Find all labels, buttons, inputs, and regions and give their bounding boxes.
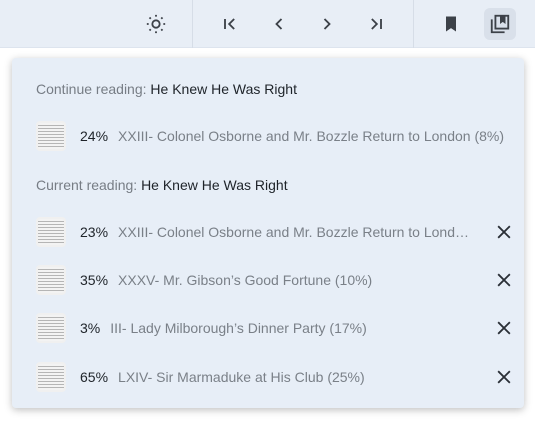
chapter-title: LXIV- Sir Marmaduke at His Club (25%)	[118, 369, 365, 385]
toolbar	[0, 0, 535, 48]
progress-percent: 3%	[80, 320, 101, 336]
close-icon[interactable]	[494, 222, 514, 242]
chevron-right-icon	[323, 18, 331, 30]
last-page-icon	[371, 18, 382, 30]
separator	[192, 0, 193, 48]
close-icon[interactable]	[494, 318, 514, 338]
page-thumbnail	[36, 121, 66, 151]
current-reading-heading: Current reading: He Knew He Was Right	[36, 177, 288, 193]
close-icon[interactable]	[494, 270, 514, 290]
bookmark-icon	[446, 16, 456, 32]
theme-button[interactable]	[140, 8, 172, 40]
bookmark-button[interactable]	[435, 8, 467, 40]
previous-page-button[interactable]	[263, 8, 295, 40]
page-thumbnail	[36, 362, 66, 392]
chapter-title: XXIII- Colonel Osborne and Mr. Bozzle Re…	[118, 128, 505, 144]
reading-history-dropdown: Continue reading: He Knew He Was Right 2…	[12, 58, 524, 408]
chapter-title: III- Lady Milborough’s Dinner Party (17%…	[110, 320, 367, 336]
last-page-button[interactable]	[360, 8, 392, 40]
progress-percent: 24%	[80, 128, 109, 144]
close-icon[interactable]	[494, 367, 514, 387]
page-thumbnail	[36, 265, 66, 295]
continue-reading-item[interactable]: 24% XXIII- Colonel Osborne and Mr. Bozzl…	[36, 120, 506, 152]
chevron-left-icon	[275, 18, 283, 30]
list-item[interactable]: 23% XXIII- Colonel Osborne and Mr. Bozzl…	[36, 216, 511, 248]
continue-reading-heading: Continue reading: He Knew He Was Right	[36, 81, 297, 97]
bookmarks-list-button[interactable]	[484, 8, 516, 40]
first-page-icon	[224, 18, 235, 30]
progress-percent: 65%	[80, 369, 109, 385]
page-thumbnail	[36, 217, 66, 247]
list-item[interactable]: 35% XXXV- Mr. Gibson’s Good Fortune (10%…	[36, 264, 511, 296]
chapter-title: XXXV- Mr. Gibson’s Good Fortune (10%)	[118, 272, 373, 288]
separator	[413, 0, 414, 48]
list-item[interactable]: 65% LXIV- Sir Marmaduke at His Club (25%…	[36, 361, 511, 393]
next-page-button[interactable]	[311, 8, 343, 40]
library-bookmarks-icon	[490, 14, 510, 34]
list-item[interactable]: 3% III- Lady Milborough’s Dinner Party (…	[36, 312, 511, 344]
progress-percent: 35%	[80, 272, 109, 288]
progress-percent: 23%	[80, 224, 109, 240]
page-thumbnail	[36, 313, 66, 343]
chapter-title: XXIII- Colonel Osborne and Mr. Bozzle Re…	[118, 224, 475, 240]
first-page-button[interactable]	[214, 8, 246, 40]
sun-icon	[146, 14, 166, 34]
